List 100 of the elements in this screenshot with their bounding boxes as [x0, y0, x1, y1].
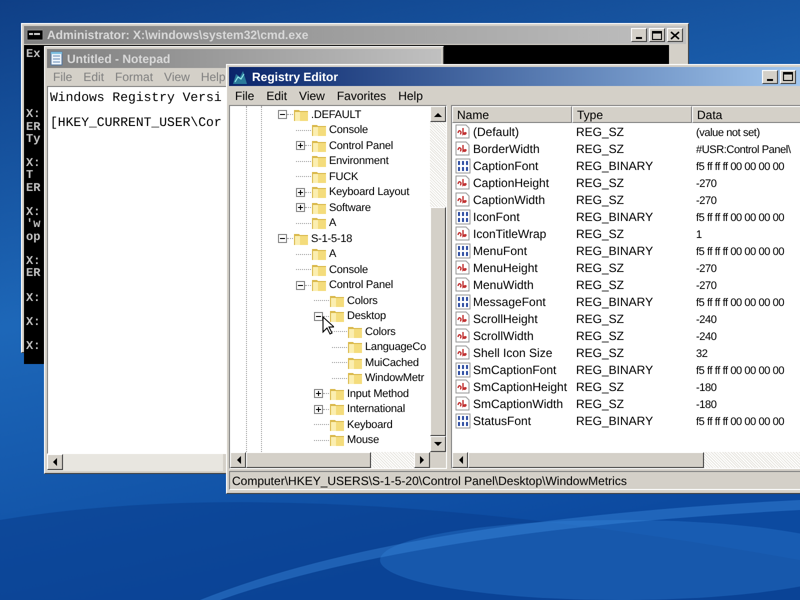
scroll-down-button[interactable]	[430, 436, 446, 452]
value-name[interactable]: IconTitleWrap	[473, 224, 546, 242]
tree-item[interactable]: Keyboard	[347, 416, 392, 433]
tree-item[interactable]: Console	[329, 122, 368, 138]
value-type: REG_BINARY	[576, 414, 654, 428]
menu-item[interactable]: Favorites	[336, 86, 386, 104]
expand-toggle[interactable]	[314, 404, 323, 414]
value-data: f5 ff ff ff 00 00 00 00	[696, 212, 784, 224]
tree-item[interactable]: Control Panel	[329, 138, 394, 154]
value-name[interactable]: MenuWidth	[473, 276, 534, 294]
value-name[interactable]: CaptionHeight	[473, 174, 550, 192]
horizontal-scrollbar[interactable]	[230, 452, 446, 468]
value-name[interactable]: StatusFont	[473, 412, 532, 430]
tree-item[interactable]: A	[329, 246, 336, 262]
tree-item[interactable]: Colors	[365, 324, 396, 340]
collapse-toggle[interactable]	[278, 110, 287, 120]
column-header[interactable]: Type	[572, 106, 692, 123]
vertical-scrollbar[interactable]	[430, 106, 446, 452]
menu-item[interactable]: File	[235, 86, 254, 104]
text-line: Windows Registry Versi	[50, 91, 222, 105]
text-value-icon	[455, 328, 471, 344]
arrow-right-icon	[420, 456, 424, 464]
text-value-icon	[455, 276, 471, 292]
tree-item[interactable]: S-1-5-18	[311, 230, 352, 247]
minimize-button[interactable]	[762, 70, 778, 84]
value-data: 1	[696, 228, 702, 240]
value-type: REG_BINARY	[576, 362, 654, 376]
value-type: REG_SZ	[576, 346, 624, 360]
notepad-icon	[50, 51, 63, 66]
value-name[interactable]: SmCaptionHeight	[473, 378, 568, 396]
tree-item[interactable]: Colors	[347, 292, 378, 309]
tree-item[interactable]: Control Panel	[329, 277, 394, 294]
close-button[interactable]	[667, 28, 683, 42]
tree-item[interactable]: FUCK	[329, 168, 358, 185]
value-data: f5 ff ff ff 00 00 00 00	[696, 160, 784, 172]
folder-icon	[311, 122, 327, 138]
scroll-thumb[interactable]	[468, 452, 704, 468]
scroll-left-button[interactable]	[47, 454, 63, 470]
horizontal-scrollbar[interactable]	[47, 454, 223, 471]
maximize-button[interactable]	[649, 28, 665, 42]
binary-value-icon	[455, 362, 471, 378]
value-type: REG_SZ	[576, 142, 624, 156]
scroll-left-button[interactable]	[452, 452, 468, 468]
text-value-icon	[455, 378, 471, 394]
scroll-thumb[interactable]	[246, 452, 371, 468]
tree-item[interactable]: Console	[329, 262, 368, 278]
value-name[interactable]: (Default)	[473, 123, 520, 140]
tree-item[interactable]: International	[347, 401, 405, 418]
collapse-toggle[interactable]	[296, 280, 305, 290]
value-name[interactable]: ScrollWidth	[473, 326, 534, 344]
horizontal-scrollbar[interactable]	[452, 452, 800, 468]
value-type: REG_SZ	[576, 380, 624, 394]
value-type: REG_SZ	[576, 396, 624, 410]
expand-toggle[interactable]	[296, 188, 305, 197]
column-header[interactable]: Data	[692, 106, 800, 123]
value-name[interactable]: SmCaptionFont	[473, 360, 556, 378]
tree-item[interactable]: Desktop	[347, 308, 386, 324]
value-name[interactable]: CaptionWidth	[473, 190, 546, 208]
folder-icon	[347, 370, 363, 386]
value-name[interactable]: MenuFont	[473, 242, 528, 260]
tree-item[interactable]: Mouse	[347, 432, 380, 448]
tree-item[interactable]: Software	[329, 200, 371, 216]
collapse-toggle[interactable]	[314, 312, 323, 321]
console-line: X:	[26, 206, 40, 218]
tree-item[interactable]: LanguageCo	[365, 339, 426, 356]
column-header[interactable]: Name	[452, 106, 572, 123]
value-data: -270	[696, 194, 716, 206]
text-value-icon	[455, 192, 471, 208]
tree-item[interactable]: WindowMetr	[365, 370, 424, 386]
menu-item[interactable]: Help	[398, 86, 423, 104]
tree-item[interactable]: Environment	[329, 153, 389, 170]
value-name[interactable]: BorderWidth	[473, 140, 540, 158]
value-name[interactable]: CaptionFont	[473, 156, 538, 174]
value-name[interactable]: ScrollHeight	[473, 310, 538, 328]
menu-item[interactable]: View	[299, 86, 325, 104]
folder-icon	[329, 432, 345, 448]
text-value-icon	[455, 260, 471, 276]
collapse-toggle[interactable]	[278, 234, 287, 244]
value-name[interactable]: MenuHeight	[473, 258, 538, 276]
tree-item[interactable]: .DEFAULT	[311, 106, 362, 123]
tree-item[interactable]: A	[329, 215, 336, 232]
tree-item[interactable]: Keyboard Layout	[329, 184, 410, 200]
expand-toggle[interactable]	[296, 141, 305, 150]
value-name[interactable]: SmCaptionWidth	[473, 394, 564, 412]
value-type: REG_BINARY	[576, 244, 654, 258]
maximize-button[interactable]	[780, 70, 796, 84]
minimize-button[interactable]	[631, 28, 647, 42]
scroll-up-button[interactable]	[430, 106, 446, 122]
expand-toggle[interactable]	[296, 203, 305, 212]
tree-item[interactable]: Input Method	[347, 386, 409, 402]
expand-toggle[interactable]	[314, 389, 323, 398]
scroll-left-button[interactable]	[230, 452, 246, 468]
tree-item[interactable]: MuiCached	[365, 354, 419, 371]
menu-item[interactable]: Edit	[266, 86, 288, 104]
value-name[interactable]: Shell Icon Size	[473, 344, 552, 362]
console-line: X:	[26, 316, 40, 328]
scroll-thumb[interactable]	[430, 207, 446, 436]
scroll-right-button[interactable]	[414, 452, 430, 468]
value-name[interactable]: IconFont	[473, 208, 520, 226]
value-name[interactable]: MessageFont	[473, 292, 546, 310]
